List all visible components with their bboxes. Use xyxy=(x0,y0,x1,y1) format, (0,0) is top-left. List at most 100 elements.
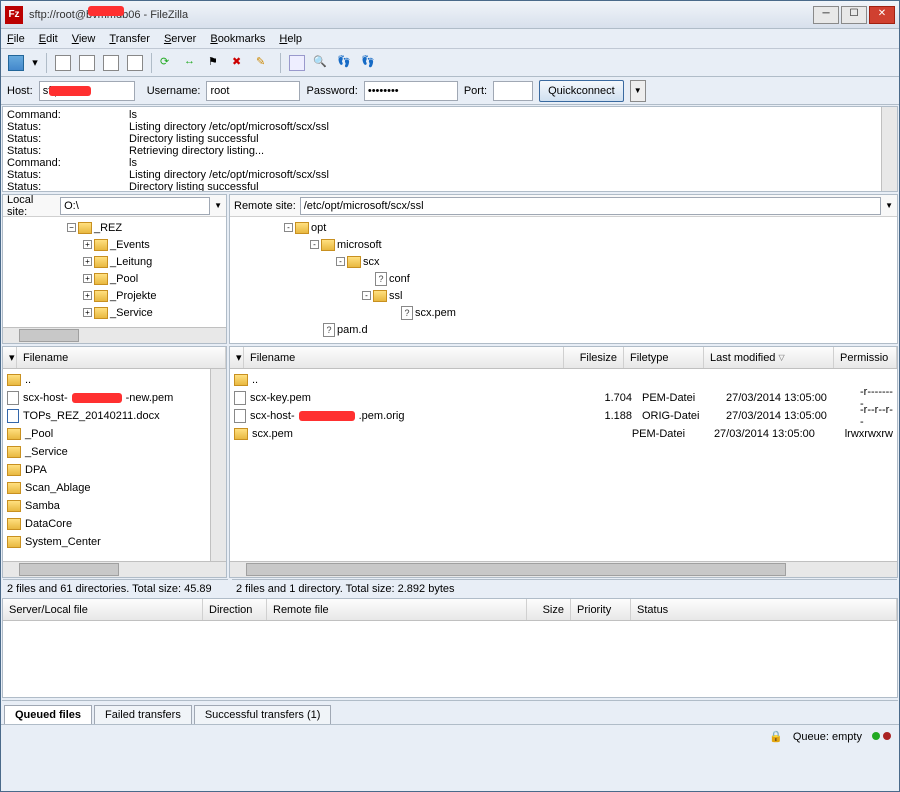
list-item[interactable]: .. xyxy=(3,371,226,389)
remote-hscroll[interactable] xyxy=(230,561,897,577)
tree-node[interactable]: -scx xyxy=(234,253,893,270)
expand-icon[interactable]: - xyxy=(362,291,371,300)
toggle-local-tree-button[interactable] xyxy=(76,52,98,74)
process-queue-button[interactable]: ↔ xyxy=(181,52,203,74)
quickconnect-button[interactable]: Quickconnect xyxy=(539,80,624,102)
list-item[interactable]: scx-host-.pem.orig1.188ORIG-Datei27/03/2… xyxy=(230,407,897,425)
local-vscroll[interactable] xyxy=(210,369,226,561)
sort-indicator[interactable]: ▾ xyxy=(230,347,244,368)
sort-indicator[interactable]: ▾ xyxy=(3,347,17,368)
col-filesize[interactable]: Filesize xyxy=(564,347,624,368)
local-hscroll[interactable] xyxy=(3,561,226,577)
sync-browse-button[interactable]: 👣 xyxy=(334,52,356,74)
compare-button[interactable]: 🔍 xyxy=(310,52,332,74)
tree-node[interactable]: -opt xyxy=(234,219,893,236)
list-item[interactable]: System_Center xyxy=(3,533,226,551)
col-permissions[interactable]: Permissio xyxy=(834,347,897,368)
tree-node[interactable]: −_REZ xyxy=(7,219,222,236)
col-filetype[interactable]: Filetype xyxy=(624,347,704,368)
qcol-direction[interactable]: Direction xyxy=(203,599,267,620)
qcol-remote[interactable]: Remote file xyxy=(267,599,527,620)
refresh-button[interactable]: ⟳ xyxy=(157,52,179,74)
local-site-input[interactable] xyxy=(60,197,210,215)
menu-bookmarks[interactable]: Bookmarks xyxy=(210,33,265,45)
list-item[interactable]: _Service xyxy=(3,443,226,461)
expand-icon[interactable]: + xyxy=(83,274,92,283)
list-item[interactable]: .. xyxy=(230,371,897,389)
list-item[interactable]: scx.pemPEM-Datei27/03/2014 13:05:00lrwxr… xyxy=(230,425,897,443)
reconnect-button[interactable]: ✎ xyxy=(253,52,275,74)
col-filename[interactable]: Filename xyxy=(17,347,226,368)
tab-queued[interactable]: Queued files xyxy=(4,705,92,724)
tab-failed[interactable]: Failed transfers xyxy=(94,705,192,724)
expand-icon[interactable]: + xyxy=(83,308,92,317)
search-button[interactable]: 👣 xyxy=(358,52,380,74)
expand-icon[interactable]: - xyxy=(284,223,293,232)
sitemanager-button[interactable] xyxy=(5,52,27,74)
menu-server[interactable]: Server xyxy=(164,33,196,45)
quickconnect-dropdown[interactable]: ▼ xyxy=(630,80,646,102)
close-button[interactable]: ✕ xyxy=(869,6,895,24)
list-item[interactable]: scx-key.pem1.704PEM-Datei27/03/2014 13:0… xyxy=(230,389,897,407)
remote-files[interactable]: ..scx-key.pem1.704PEM-Datei27/03/2014 13… xyxy=(230,369,897,561)
expand-icon[interactable]: + xyxy=(83,291,92,300)
expand-icon[interactable]: - xyxy=(310,240,319,249)
local-tree-hscroll[interactable] xyxy=(3,327,226,343)
menu-file[interactable]: File xyxy=(7,33,25,45)
tree-node[interactable]: -microsoft xyxy=(234,236,893,253)
menu-transfer[interactable]: Transfer xyxy=(109,33,150,45)
message-log[interactable]: Command:lsStatus:Listing directory /etc/… xyxy=(2,106,898,192)
remote-site-input[interactable] xyxy=(300,197,881,215)
disconnect-button[interactable]: ✖ xyxy=(229,52,251,74)
col-filename[interactable]: Filename xyxy=(244,347,564,368)
local-files[interactable]: ..scx-host--new.pemTOPs_REZ_20140211.doc… xyxy=(3,369,226,561)
expand-icon[interactable]: + xyxy=(83,240,92,249)
filter-button[interactable] xyxy=(286,52,308,74)
list-item[interactable]: DPA xyxy=(3,461,226,479)
tree-node[interactable]: +_Projekte xyxy=(7,287,222,304)
expand-icon[interactable]: + xyxy=(83,257,92,266)
expand-icon[interactable]: − xyxy=(67,223,76,232)
tab-successful[interactable]: Successful transfers (1) xyxy=(194,705,332,724)
sitemanager-dropdown[interactable]: ▾ xyxy=(29,52,41,74)
log-scrollbar[interactable] xyxy=(881,107,897,191)
tree-node[interactable]: -ssl xyxy=(234,287,893,304)
dropdown-icon[interactable]: ▼ xyxy=(885,201,893,210)
toggle-remote-tree-button[interactable] xyxy=(100,52,122,74)
expand-icon[interactable]: - xyxy=(336,257,345,266)
tree-node[interactable]: +_Service xyxy=(7,304,222,321)
dropdown-icon[interactable]: ▼ xyxy=(214,201,222,210)
col-modified[interactable]: Last modified▽ xyxy=(704,347,834,368)
port-input[interactable] xyxy=(493,81,533,101)
tree-node[interactable]: +_Events xyxy=(7,236,222,253)
list-item[interactable]: TOPs_REZ_20140211.docx xyxy=(3,407,226,425)
remote-tree[interactable]: -opt-microsoft-scx?conf-ssl?scx.pem?pam.… xyxy=(230,217,897,343)
toggle-log-button[interactable] xyxy=(52,52,74,74)
menu-help[interactable]: Help xyxy=(279,33,302,45)
password-input[interactable] xyxy=(364,81,458,101)
tree-node[interactable]: +_Leitung xyxy=(7,253,222,270)
toggle-queue-button[interactable] xyxy=(124,52,146,74)
cancel-button[interactable]: ⚑ xyxy=(205,52,227,74)
menu-view[interactable]: View xyxy=(72,33,96,45)
tree-node[interactable]: ?scx.pem xyxy=(234,304,893,321)
qcol-priority[interactable]: Priority xyxy=(571,599,631,620)
titlebar[interactable]: Fz sftp://root@bvmmdb06 - FileZilla ─ ☐ … xyxy=(1,1,899,29)
menu-edit[interactable]: Edit xyxy=(39,33,58,45)
tree-node[interactable]: ?pam.d xyxy=(234,321,893,338)
local-tree[interactable]: −_REZ+_Events+_Leitung+_Pool+_Projekte+_… xyxy=(3,217,226,327)
tree-node[interactable]: ?conf xyxy=(234,270,893,287)
list-item[interactable]: DataCore xyxy=(3,515,226,533)
list-item[interactable]: Scan_Ablage xyxy=(3,479,226,497)
list-item[interactable]: scx-host--new.pem xyxy=(3,389,226,407)
minimize-button[interactable]: ─ xyxy=(813,6,839,24)
tree-node[interactable]: +_Pool xyxy=(7,270,222,287)
username-input[interactable] xyxy=(206,81,300,101)
qcol-status[interactable]: Status xyxy=(631,599,897,620)
qcol-size[interactable]: Size xyxy=(527,599,571,620)
qcol-server[interactable]: Server/Local file xyxy=(3,599,203,620)
queue-list[interactable] xyxy=(3,621,897,697)
list-item[interactable]: Samba xyxy=(3,497,226,515)
maximize-button[interactable]: ☐ xyxy=(841,6,867,24)
list-item[interactable]: _Pool xyxy=(3,425,226,443)
